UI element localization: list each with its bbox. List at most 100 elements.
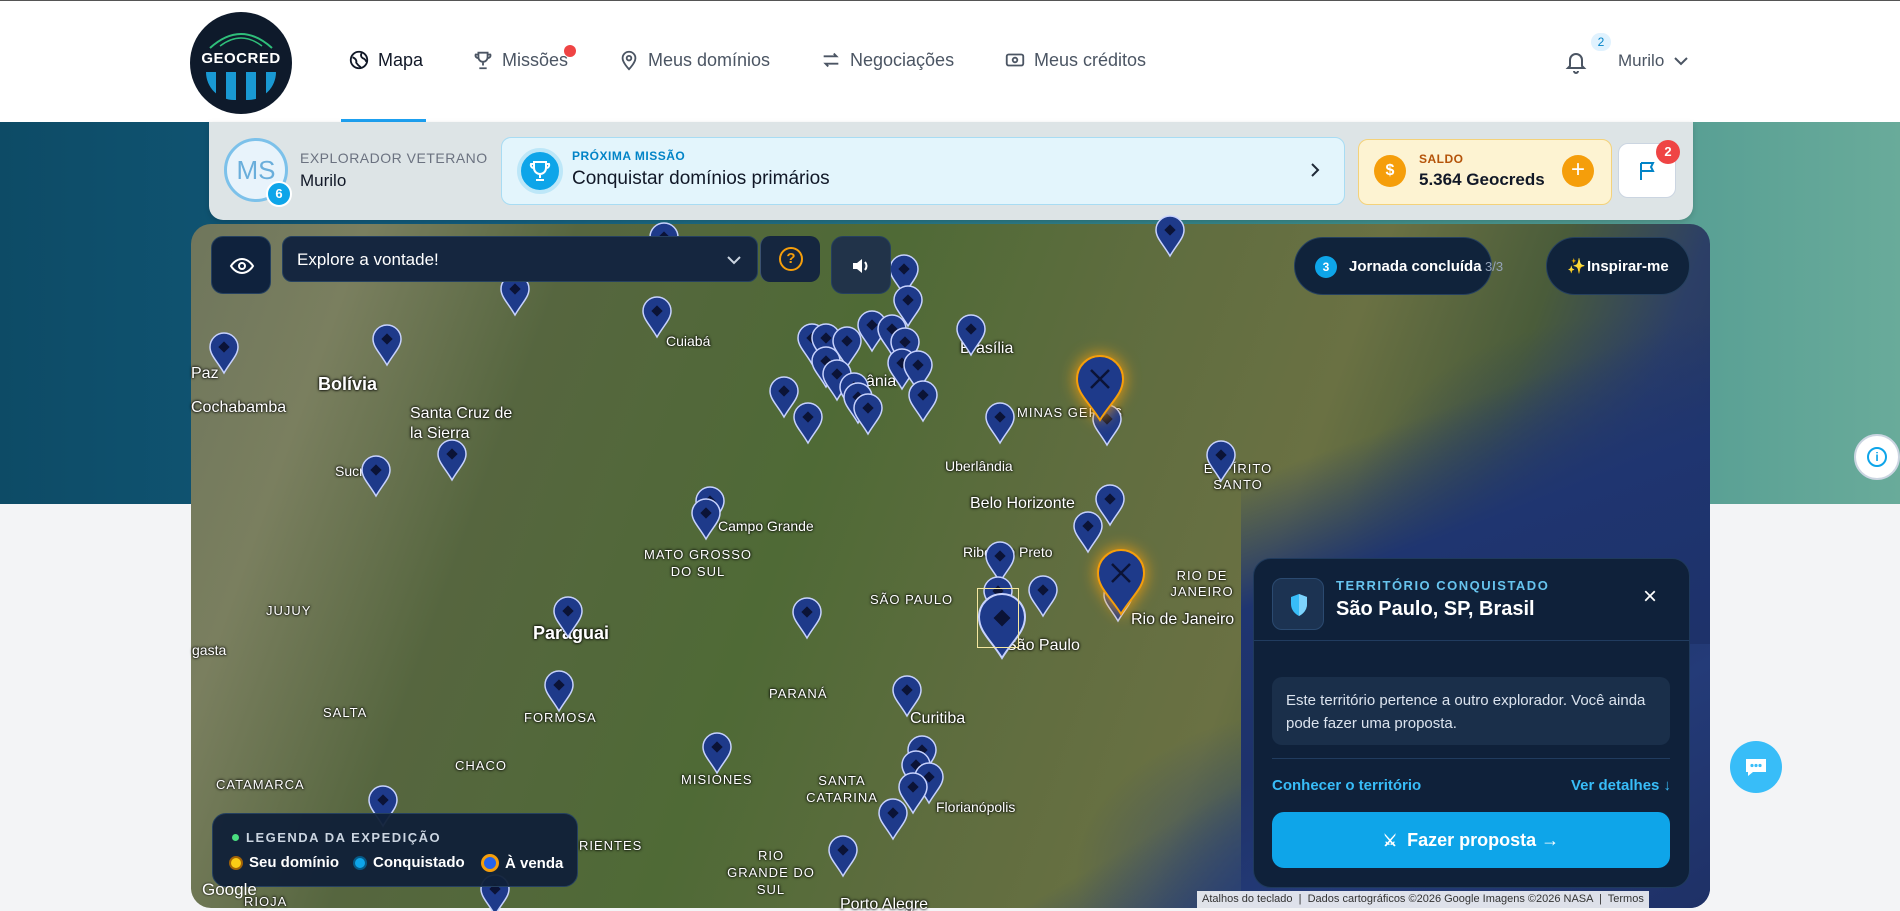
legend-title: LEGENDA DA EXPEDIÇÃO (246, 830, 442, 845)
make-offer-button[interactable]: ⚔ Fazer proposta → (1272, 812, 1670, 868)
info-icon: i (1867, 447, 1887, 467)
nav-negociacoes[interactable]: Negociações (820, 49, 954, 71)
map-label-rientes: RIENTES (579, 838, 643, 853)
notification-count-badge: 2 (1591, 33, 1611, 51)
bell-icon[interactable] (1564, 49, 1588, 75)
know-territory-link[interactable]: Conhecer o território (1272, 777, 1421, 794)
close-icon[interactable]: × (1638, 585, 1662, 610)
cash-icon (1005, 53, 1025, 67)
eye-icon (229, 257, 255, 275)
selected-territory-outline (977, 588, 1019, 648)
add-credits-button[interactable]: + (1562, 155, 1594, 187)
nav-negociacoes-label: Negociações (850, 49, 955, 70)
nav-meus-creditos-label: Meus créditos (1034, 49, 1147, 70)
keyboard-shortcuts-link[interactable]: Atalhos do teclado (1202, 893, 1293, 905)
see-details-link[interactable]: Ver detalhes ↓ (1571, 777, 1671, 794)
nav-mapa-label: Mapa (378, 49, 424, 70)
territory-marker[interactable] (826, 834, 860, 878)
map-pin-icon (621, 50, 637, 71)
map-label-sao-paulo-state: SÃO PAULO (870, 592, 954, 607)
map-label-rio-grande-do-sul: RIO GRANDE DO SUL (727, 848, 815, 897)
territory-marker[interactable] (370, 323, 404, 367)
swap-arrows-icon (823, 52, 839, 68)
expedition-legend (212, 813, 578, 887)
nav-mapa[interactable]: Mapa (348, 49, 423, 71)
inspire-me-button[interactable]: ✨ Inspirar-me (1546, 237, 1690, 295)
territory-marker[interactable] (876, 797, 910, 841)
map-label-salta: SALTA (323, 705, 368, 720)
logo-text: GEOCRED (201, 50, 281, 67)
territory-marker[interactable] (435, 438, 469, 482)
flags-count-badge: 2 (1656, 140, 1680, 164)
map-label-porto-alegre: Porto Alegre (840, 896, 929, 911)
make-offer-label: Fazer proposta → (1407, 830, 1560, 850)
geocred-logo[interactable]: GEOCRED (190, 12, 292, 114)
territory-panel-title: São Paulo, SP, Brasil (1336, 598, 1535, 620)
swords-icon: ⚔ (1382, 833, 1398, 850)
google-logo: Google (202, 880, 257, 899)
territory-shield-icon (1272, 578, 1324, 630)
map-label-jujuy: JUJUY (266, 603, 312, 618)
trophy-icon (517, 148, 563, 194)
chevron-down-icon (1674, 57, 1689, 66)
map-label-catamarca: CATAMARCA (216, 777, 305, 792)
territory-marker[interactable] (790, 596, 824, 640)
legend-item-a-venda: À venda (481, 854, 563, 872)
territory-marker[interactable] (983, 401, 1017, 445)
territory-marker[interactable] (700, 731, 734, 775)
legend-dot-yellow (229, 855, 243, 870)
territory-marker[interactable] (689, 497, 723, 541)
territory-marker[interactable] (1153, 214, 1187, 258)
help-button[interactable]: ? (760, 236, 820, 282)
sound-button[interactable] (831, 236, 891, 294)
nav-meus-dominios[interactable]: Meus domínios (618, 49, 770, 71)
inspire-me-label: Inspirar-me (1587, 258, 1669, 275)
battle-territory-marker[interactable] (1073, 354, 1127, 422)
map-attribution: Atalhos do teclado | Dados cartográficos… (1197, 891, 1649, 908)
divider (1272, 758, 1670, 759)
territory-marker[interactable] (851, 392, 885, 436)
user-menu[interactable]: Murilo (1618, 51, 1689, 71)
territory-marker[interactable] (542, 669, 576, 713)
chat-button[interactable] (1730, 741, 1782, 793)
next-mission-title: Conquistar domínios primários (572, 168, 830, 189)
trophy-icon (474, 51, 492, 70)
territory-marker[interactable] (359, 454, 393, 498)
top-navbar: GEOCRED Mapa Missões Meus domínios Negoc… (0, 0, 1900, 122)
legend-live-dot (232, 834, 239, 841)
map-data-credits: Dados cartográficos ©2026 Google Imagens… (1307, 893, 1593, 905)
territory-ownership-note: Este território pertence a outro explora… (1272, 677, 1670, 745)
help-icon: ? (779, 247, 803, 271)
legend-dot-orange (481, 854, 499, 872)
map-label-rio-de-janeiro-state: RIO DE JANEIRO (1170, 568, 1234, 599)
legend-item-seu-dominio: Seu domínio (229, 854, 339, 871)
map-label-parana: PARANÁ (769, 686, 828, 701)
territory-marker[interactable] (954, 313, 988, 357)
nav-meus-creditos[interactable]: Meus créditos (1004, 49, 1146, 71)
map-label-bolivia: Bolívia (318, 374, 378, 394)
territory-marker[interactable] (1026, 574, 1060, 618)
missoes-notification-dot (564, 45, 576, 57)
info-button[interactable]: i (1854, 434, 1900, 480)
map-label-chaco: CHACO (455, 758, 507, 773)
territory-marker[interactable] (890, 674, 924, 718)
terms-link[interactable]: Termos (1608, 893, 1644, 905)
territory-marker[interactable] (207, 331, 241, 375)
map-label-mato-grosso-do-sul: MATO GROSSO DO SUL (643, 547, 753, 579)
map-label-santa-catarina: SANTA CATARINA (806, 773, 878, 805)
globe-icon (349, 50, 369, 70)
nav-missoes[interactable]: Missões (472, 49, 568, 71)
next-mission-label: PRÓXIMA MISSÃO (572, 149, 686, 163)
territory-marker[interactable] (1204, 439, 1238, 483)
battle-territory-marker[interactable] (1094, 548, 1148, 616)
coin-icon: $ (1374, 155, 1406, 187)
territory-marker[interactable] (551, 595, 585, 639)
exploration-mode-select[interactable]: Explore a vontade! (282, 236, 758, 282)
territory-marker[interactable] (640, 295, 674, 339)
balance-value: 5.364 Geocreds (1419, 170, 1545, 189)
nav-meus-dominios-label: Meus domínios (648, 49, 771, 70)
chevron-right-icon (1311, 163, 1320, 177)
territory-marker[interactable] (791, 401, 825, 445)
visibility-toggle-button[interactable] (211, 236, 271, 294)
territory-marker[interactable] (906, 379, 940, 423)
